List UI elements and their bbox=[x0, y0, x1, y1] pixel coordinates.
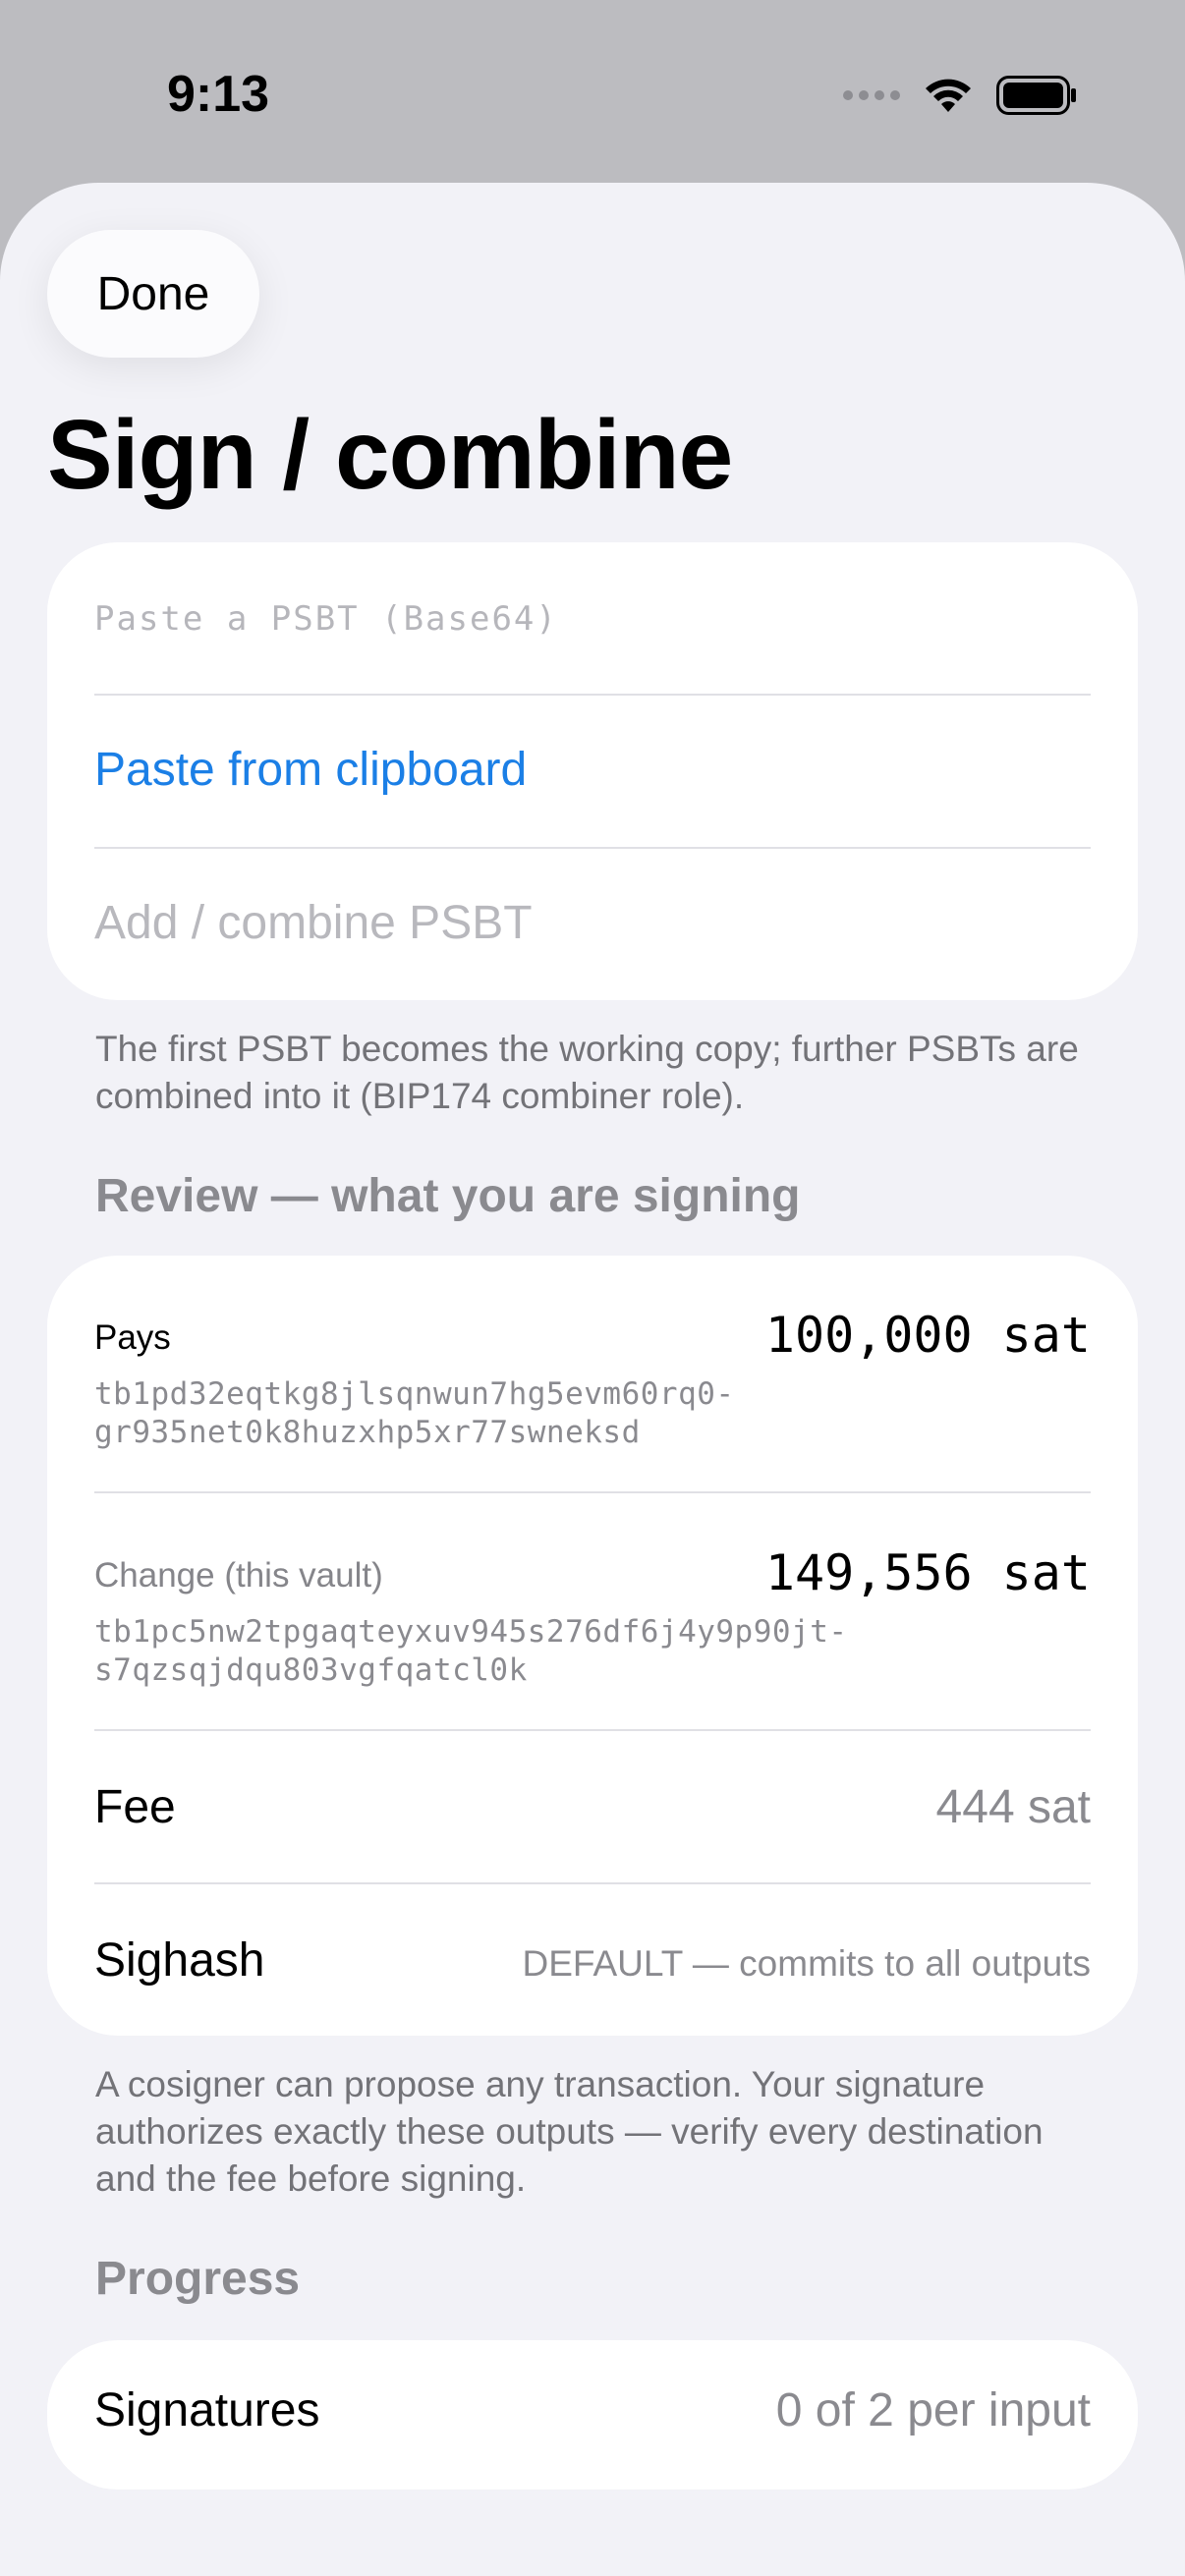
change-row: Change (this vault) 149,556 sat tb1pc5nw… bbox=[94, 1544, 1091, 1692]
pays-address-line1: tb1pd32eqtkg8jlsqnwun7hg5evm60rq0- bbox=[94, 1376, 735, 1412]
pays-amount: 100,000 sat bbox=[764, 1307, 1091, 1364]
battery-icon bbox=[996, 76, 1077, 115]
status-icons bbox=[843, 71, 1077, 120]
review-card: Pays 100,000 sat tb1pd32eqtkg8jlsqnwun7h… bbox=[47, 1256, 1138, 2036]
review-footer-note: A cosigner can propose any transaction. … bbox=[95, 2064, 1044, 2199]
cellular-signal-icon bbox=[843, 90, 900, 100]
sighash-value: DEFAULT — commits to all outputs bbox=[522, 1943, 1092, 1984]
sighash-label: Sighash bbox=[94, 1934, 265, 1987]
pays-address: tb1pd32eqtkg8jlsqnwun7hg5evm60rq0- gr935… bbox=[94, 1375, 735, 1452]
signatures-row: Signatures 0 of 2 per input bbox=[94, 2383, 1091, 2442]
change-amount: 149,556 sat bbox=[764, 1544, 1091, 1601]
signatures-label: Signatures bbox=[94, 2384, 320, 2436]
psbt-input-field[interactable]: Paste a PSBT (Base64) bbox=[94, 599, 1091, 658]
fee-value: 444 sat bbox=[935, 1781, 1091, 1833]
change-address-line1: tb1pc5nw2tpgaqteyxuv945s276df6j4y9p90jt- bbox=[94, 1614, 848, 1650]
status-time: 9:13 bbox=[167, 66, 270, 123]
change-label: Change (this vault) bbox=[94, 1556, 383, 1595]
pays-address-line2: gr935net0k8huzxhp5xr77swneksd bbox=[94, 1415, 641, 1450]
done-button[interactable]: Done bbox=[47, 230, 259, 358]
fee-row: Fee 444 sat bbox=[94, 1780, 1091, 1839]
pays-label: Pays bbox=[94, 1318, 171, 1357]
sighash-row: Sighash DEFAULT — commits to all outputs bbox=[94, 1933, 1091, 1992]
wifi-icon bbox=[924, 77, 973, 114]
psbt-input-placeholder: Paste a PSBT (Base64) bbox=[94, 599, 558, 639]
progress-section-title: Progress bbox=[95, 2253, 301, 2305]
add-combine-psbt-button[interactable]: Add / combine PSBT bbox=[94, 896, 1091, 950]
divider bbox=[94, 847, 1091, 849]
change-address: tb1pc5nw2tpgaqteyxuv945s276df6j4y9p90jt-… bbox=[94, 1613, 848, 1690]
change-address-line2: s7qzsqjdqu803vgfqatcl0k bbox=[94, 1652, 528, 1688]
divider bbox=[94, 1729, 1091, 1731]
fee-label: Fee bbox=[94, 1781, 176, 1833]
divider bbox=[94, 1491, 1091, 1493]
review-section-title: Review — what you are signing bbox=[95, 1170, 801, 1222]
signatures-value: 0 of 2 per input bbox=[775, 2384, 1091, 2436]
status-bar: 9:13 bbox=[0, 0, 1185, 187]
input-footer-note: The first PSBT becomes the working copy;… bbox=[95, 1029, 1079, 1116]
divider bbox=[94, 694, 1091, 696]
divider bbox=[94, 1882, 1091, 1884]
paste-from-clipboard-button[interactable]: Paste from clipboard bbox=[94, 743, 1091, 797]
psbt-input-card: Paste a PSBT (Base64) Paste from clipboa… bbox=[47, 542, 1138, 1000]
pays-row: Pays 100,000 sat tb1pd32eqtkg8jlsqnwun7h… bbox=[94, 1307, 1091, 1454]
progress-card: Signatures 0 of 2 per input bbox=[47, 2340, 1138, 2490]
page-title: Sign / combine bbox=[47, 400, 733, 510]
